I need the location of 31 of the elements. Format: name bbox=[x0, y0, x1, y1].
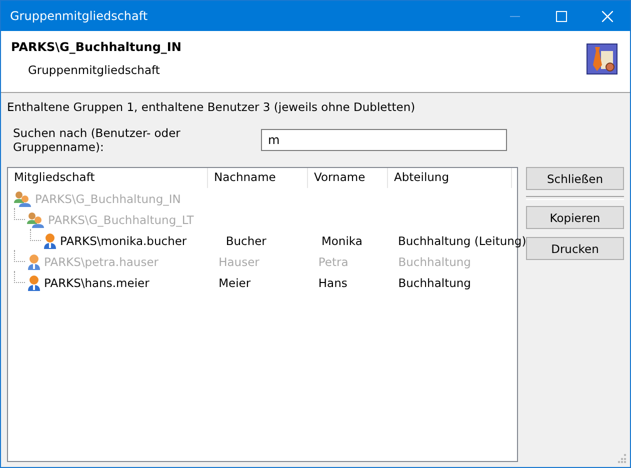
info-text: Enthaltene Gruppen 1, enthaltene Benutzer 3 (jeweils ohne Dubletten) bbox=[6, 99, 416, 114]
window-title: Gruppenmitgliedschaft bbox=[9, 9, 149, 23]
maximize-icon[interactable] bbox=[556, 10, 566, 22]
dialog-button[interactable]: Schließen bbox=[526, 167, 624, 190]
group-icon bbox=[14, 190, 32, 206]
dialog-button[interactable]: Drucken bbox=[526, 237, 624, 260]
column-header[interactable]: Abteilung bbox=[388, 168, 512, 188]
header-subtitle: Gruppenmitgliedschaft bbox=[27, 63, 161, 77]
close-icon[interactable] bbox=[602, 10, 612, 22]
table-cell: Buchhaltung (Leitung) bbox=[398, 234, 526, 248]
column-header[interactable]: Vorname bbox=[308, 168, 388, 188]
table-cell: Buchhaltung bbox=[398, 276, 471, 290]
table-cell: Hans bbox=[318, 276, 348, 290]
column-header[interactable]: Mitgliedschaft bbox=[8, 168, 208, 188]
user-icon bbox=[43, 232, 57, 248]
search-label: Suchen nach (Benutzer- oder Gruppenname): bbox=[13, 126, 182, 154]
table-cell: Monika bbox=[321, 234, 362, 248]
column-header[interactable]: Nachname bbox=[208, 168, 308, 188]
header-title: PARKS\G_Buchhaltung_IN bbox=[11, 40, 182, 54]
table-cell: Bucher bbox=[226, 234, 266, 248]
resize-grip-icon[interactable] bbox=[617, 454, 627, 464]
user-icon bbox=[27, 274, 41, 290]
search-field[interactable]: m bbox=[261, 129, 507, 151]
table-cell: Buchhaltung bbox=[398, 254, 471, 268]
dialog-button[interactable]: Kopieren bbox=[526, 206, 624, 229]
table-cell: Meier bbox=[218, 276, 251, 290]
user-icon bbox=[27, 254, 41, 270]
table-cell: Hauser bbox=[218, 254, 260, 268]
tie-document-icon bbox=[586, 43, 618, 75]
group-icon bbox=[27, 212, 45, 228]
table-cell: Petra bbox=[318, 254, 348, 268]
